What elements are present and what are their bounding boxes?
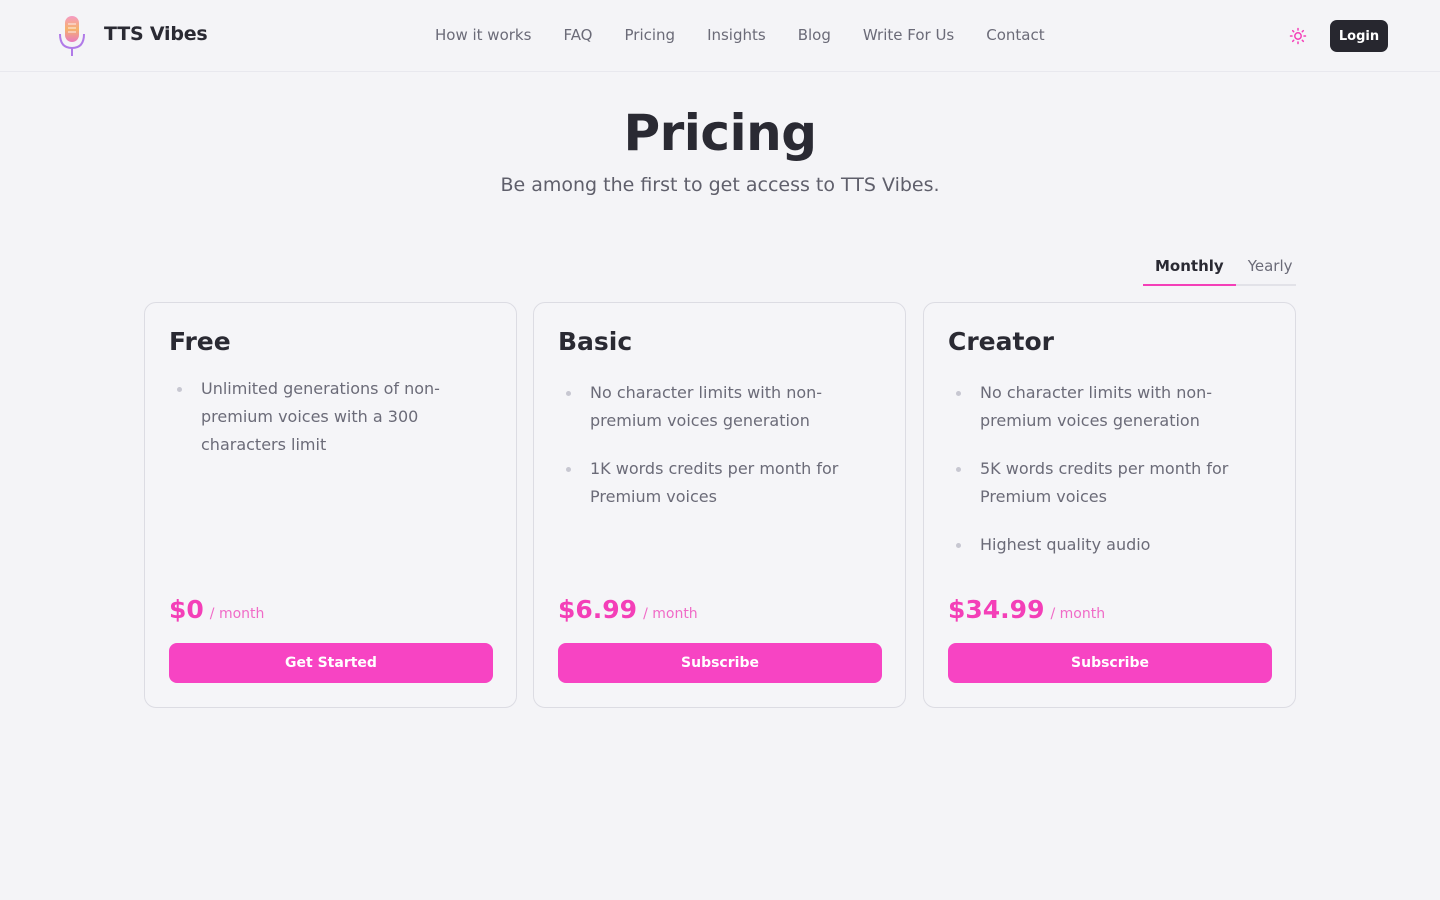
nav-insights[interactable]: Insights [707, 26, 766, 44]
feature-list: No character limits with non-premium voi… [948, 379, 1271, 579]
brand-name[interactable]: TTS Vibes [104, 23, 208, 45]
price-amount: $0 [169, 595, 204, 624]
price-period: / month [643, 606, 698, 622]
plan-price: $34.99 / month [948, 595, 1105, 624]
feature-item: No character limits with non-premium voi… [948, 379, 1271, 435]
plan-price: $6.99 / month [558, 595, 698, 624]
plan-card-creator: Creator No character limits with non-pre… [923, 302, 1296, 708]
plan-name: Free [169, 327, 231, 356]
tab-yearly[interactable]: Yearly [1236, 252, 1305, 286]
microphone-logo-icon[interactable] [57, 14, 87, 58]
plan-card-basic: Basic No character limits with non-premi… [533, 302, 906, 708]
billing-period-tabs: Monthly Yearly [1143, 252, 1296, 286]
price-period: / month [209, 606, 265, 622]
nav-pricing[interactable]: Pricing [625, 26, 676, 44]
plan-name: Creator [948, 327, 1054, 356]
price-period: / month [1050, 606, 1106, 622]
feature-item: 1K words credits per month for Premium v… [558, 455, 881, 511]
login-button[interactable]: Login [1330, 20, 1388, 52]
feature-list: No character limits with non-premium voi… [558, 379, 881, 531]
nav-contact[interactable]: Contact [986, 26, 1044, 44]
nav-blog[interactable]: Blog [798, 26, 831, 44]
main-nav: How it works FAQ Pricing Insights Blog W… [435, 26, 1077, 44]
tab-monthly[interactable]: Monthly [1143, 252, 1236, 286]
page-subtitle: Be among the first to get access to TTS … [500, 174, 940, 196]
feature-item: No character limits with non-premium voi… [558, 379, 881, 435]
nav-write-for-us[interactable]: Write For Us [863, 26, 954, 44]
feature-item: Unlimited generations of non-premium voi… [169, 375, 492, 459]
page-title: Pricing [623, 104, 817, 162]
subscribe-creator-button[interactable]: Subscribe [948, 643, 1272, 683]
nav-faq[interactable]: FAQ [563, 26, 592, 44]
feature-item: Highest quality audio [948, 531, 1271, 559]
nav-how-it-works[interactable]: How it works [435, 26, 531, 44]
sun-icon[interactable] [1288, 26, 1308, 46]
get-started-button[interactable]: Get Started [169, 643, 493, 683]
plan-card-free: Free Unlimited generations of non-premiu… [144, 302, 517, 708]
feature-item: 5K words credits per month for Premium v… [948, 455, 1271, 511]
price-amount: $6.99 [558, 595, 638, 624]
price-amount: $34.99 [948, 595, 1045, 624]
site-header: TTS Vibes How it works FAQ Pricing Insig… [0, 0, 1440, 72]
feature-list: Unlimited generations of non-premium voi… [169, 375, 492, 479]
subscribe-basic-button[interactable]: Subscribe [558, 643, 882, 683]
plan-price: $0 / month [169, 595, 264, 624]
plan-name: Basic [558, 327, 633, 356]
